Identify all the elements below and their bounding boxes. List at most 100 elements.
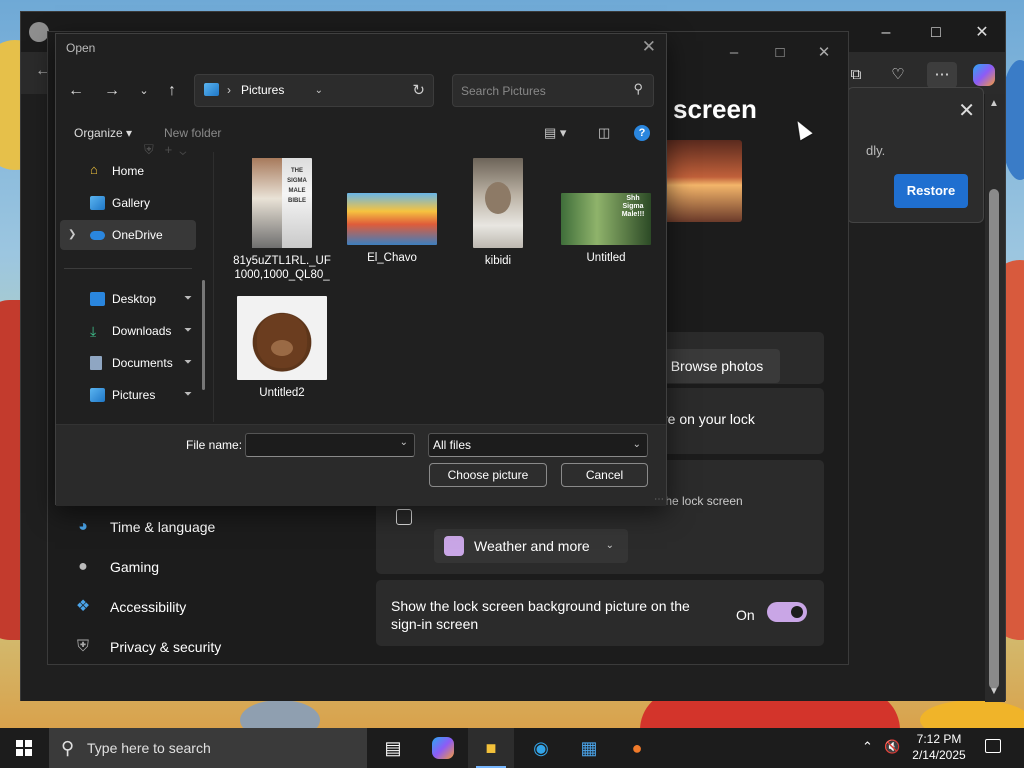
browse-photos-button[interactable]: Browse photos (654, 349, 780, 383)
preview-pane-icon[interactable]: ◫ (598, 125, 610, 141)
chevron-down-icon[interactable]: ⌄ (400, 437, 408, 448)
toggle-label: On (736, 607, 755, 623)
page-title: screen (673, 94, 757, 124)
file-item[interactable]: kibidi (446, 158, 550, 268)
sidebar-item-pictures[interactable]: Pictures ⏷ (60, 380, 196, 410)
chevron-right-icon[interactable]: ❯ (68, 220, 76, 250)
nav-item-gaming[interactable]: ● Gaming (72, 552, 159, 582)
copilot-icon[interactable] (420, 728, 466, 768)
scroll-down-icon[interactable]: ▼ (989, 686, 999, 697)
organize-button[interactable]: Organize ▾ (74, 126, 132, 140)
weather-dropdown[interactable]: Weather and more ⌄ (434, 529, 628, 563)
file-item[interactable]: Untitled2 (230, 296, 334, 400)
sidebar-item-label: Downloads (112, 324, 172, 338)
pin-icon[interactable]: ⏷ (184, 348, 192, 378)
volume-muted-icon[interactable]: 🔇 (884, 739, 900, 755)
file-explorer-icon[interactable]: ■ (468, 728, 514, 768)
thumbnail-text: SIGMA (287, 178, 307, 184)
pin-icon[interactable]: ⏷ (184, 316, 192, 346)
file-item[interactable]: Shh Sigma Male!!! Untitled (554, 193, 658, 265)
pane-divider[interactable] (213, 152, 214, 422)
sidebar-item-documents[interactable]: Documents ⏷ (60, 348, 196, 378)
clock-time: 7:12 PM (916, 732, 962, 746)
resize-grip-icon[interactable]: ⋯ (654, 494, 664, 505)
more-menu-icon[interactable]: ⋯ (927, 62, 957, 88)
breadcrumb[interactable]: Pictures (241, 75, 284, 106)
restore-button[interactable]: Restore (894, 174, 968, 208)
maximize-icon[interactable]: □ (758, 40, 802, 66)
file-name: 81y5uZTL1RL._UF1000,1000_QL80_ (233, 255, 331, 281)
sidebar-item-gallery[interactable]: Gallery (60, 188, 196, 218)
refresh-icon[interactable]: ↻ (412, 75, 425, 106)
scrollbar-thumb[interactable] (989, 189, 999, 689)
firefox-icon[interactable]: ● (614, 728, 660, 768)
sidebar-item-label: OneDrive (112, 228, 163, 242)
pin-icon[interactable]: ⏷ (184, 284, 192, 314)
search-input[interactable] (453, 75, 623, 106)
sidebar-item-onedrive[interactable]: ❯ OneDrive (60, 220, 196, 250)
close-icon[interactable]: ✕ (958, 98, 975, 123)
file-item[interactable]: El_Chavo (340, 193, 444, 265)
file-thumbnail: THE SIGMA MALE BIBLE (252, 158, 312, 248)
health-icon[interactable]: ♡ (883, 62, 913, 88)
cancel-button[interactable]: Cancel (561, 463, 648, 487)
scroll-up-icon[interactable]: ▲ (989, 98, 999, 109)
file-thumbnail (347, 193, 437, 245)
close-icon[interactable]: ✕ (959, 20, 1005, 46)
pin-icon[interactable]: ⏷ (184, 380, 192, 410)
sidebar-item-label: Home (112, 164, 145, 178)
sidebar-item-downloads[interactable]: ⤓ Downloads ⏷ (60, 316, 196, 346)
chevron-down-icon[interactable]: ⌄ (315, 75, 323, 106)
sidebar-divider (64, 268, 192, 269)
nav-item-privacy[interactable]: ⛨ Privacy & security (72, 632, 221, 662)
close-icon[interactable]: ✕ (802, 40, 846, 66)
file-type-filter[interactable]: All files ⌄ (428, 433, 648, 457)
browser-scrollbar[interactable]: ▲ ▼ (985, 94, 1005, 702)
minimize-icon[interactable]: – (712, 40, 756, 66)
gamepad-icon: ● (78, 558, 88, 575)
store-icon[interactable]: ▦ (566, 728, 612, 768)
file-name-input[interactable] (246, 434, 394, 456)
forward-icon[interactable]: → (100, 79, 124, 103)
restore-text: dly. (866, 143, 886, 158)
file-name: kibidi (484, 255, 512, 267)
up-icon[interactable]: ↑ (160, 79, 184, 103)
back-icon[interactable]: ← (64, 79, 88, 103)
sidebar-scrollbar[interactable] (202, 280, 205, 390)
task-view-icon[interactable]: ▤ (370, 728, 416, 768)
pictures-folder-icon (204, 83, 219, 96)
file-name-field[interactable]: ⌄ (245, 433, 415, 457)
maximize-icon[interactable]: □ (913, 20, 959, 46)
sidebar-item-home[interactable]: ⌂ Home (60, 156, 196, 186)
chevron-up-icon[interactable]: ⌃ (862, 739, 873, 755)
sidebar-item-desktop[interactable]: Desktop ⏷ (60, 284, 196, 314)
new-folder-button[interactable]: New folder (164, 126, 221, 140)
nav-item-accessibility[interactable]: ❖ Accessibility (72, 592, 186, 622)
copilot-icon[interactable] (969, 62, 999, 88)
help-icon[interactable]: ? (634, 125, 650, 141)
windows-start-icon[interactable] (16, 740, 32, 756)
address-bar[interactable]: › Pictures ⌄ ↻ (194, 74, 434, 107)
home-icon: ⌂ (90, 162, 98, 177)
sidebar-item-label: Gallery (112, 196, 151, 210)
notification-icon[interactable] (985, 739, 1001, 753)
minimize-icon[interactable]: – (863, 20, 909, 46)
clock[interactable]: 7:12 PM 2/14/2025 (908, 731, 970, 763)
desktop-icon (90, 292, 105, 306)
wallpaper-shape (240, 700, 320, 728)
file-thumbnail (473, 158, 523, 248)
dialog-footer: File name: ⌄ All files ⌄ Choose picture … (56, 424, 666, 506)
nav-label: Privacy & security (110, 639, 222, 655)
nav-item-time-language[interactable]: ◕ Time & language (72, 512, 215, 542)
choose-picture-button[interactable]: Choose picture (429, 463, 547, 487)
recent-locations-icon[interactable]: ⌄ (132, 79, 156, 103)
signin-picture-toggle[interactable] (767, 602, 807, 622)
taskbar-search[interactable]: ⚲ Type here to search (49, 728, 367, 768)
profile-avatar[interactable] (29, 22, 49, 42)
edge-icon[interactable]: ◉ (518, 728, 564, 768)
file-item[interactable]: THE SIGMA MALE BIBLE 81y5uZTL1RL._UF1000… (230, 158, 334, 282)
search-box[interactable]: ⚲ (452, 74, 654, 107)
nav-label: Gaming (110, 559, 160, 575)
close-icon[interactable]: ✕ (642, 37, 656, 57)
view-options-icon[interactable]: ▤ ▾ (544, 125, 566, 141)
